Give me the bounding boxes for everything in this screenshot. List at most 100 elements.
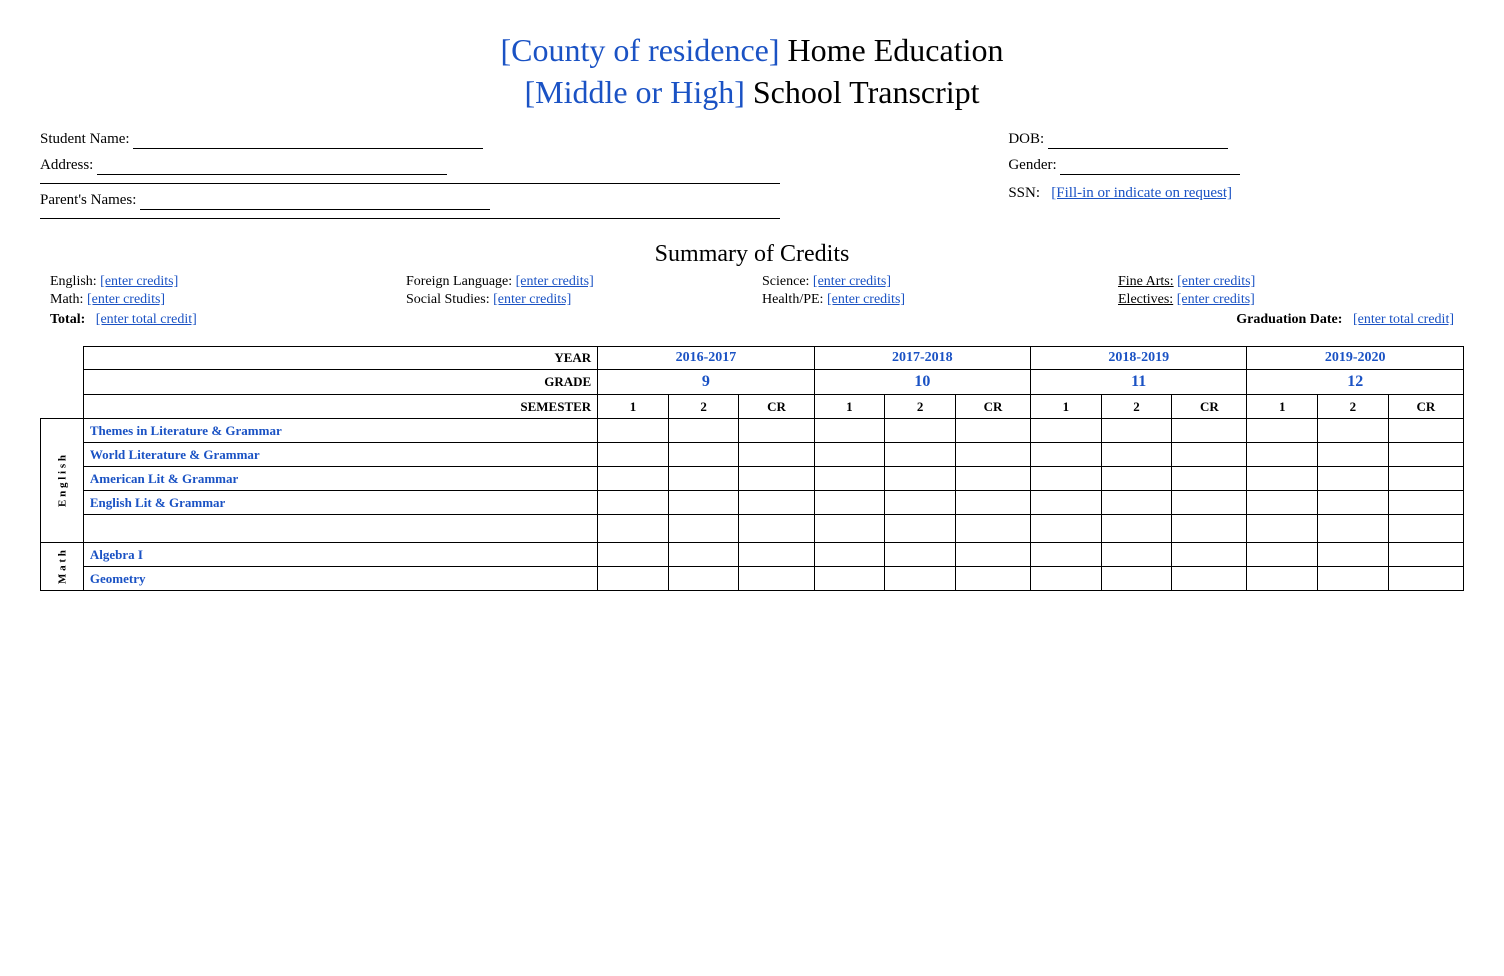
cell[interactable] xyxy=(1031,467,1102,491)
address-underline[interactable] xyxy=(97,157,447,175)
cell[interactable] xyxy=(1172,467,1247,491)
cell[interactable] xyxy=(1031,567,1102,591)
cell[interactable] xyxy=(598,491,669,515)
cell[interactable] xyxy=(1388,467,1463,491)
cell[interactable] xyxy=(1101,467,1172,491)
cell[interactable] xyxy=(814,543,885,567)
cell[interactable] xyxy=(739,419,814,443)
cell[interactable] xyxy=(739,543,814,567)
graduation-value[interactable]: [enter total credit] xyxy=(1353,312,1454,327)
cell[interactable] xyxy=(1101,543,1172,567)
cell[interactable] xyxy=(1101,491,1172,515)
credit-fine-arts-value[interactable]: [enter credits] xyxy=(1177,274,1255,289)
cell[interactable] xyxy=(1247,419,1318,443)
cell[interactable] xyxy=(668,515,739,543)
cell[interactable] xyxy=(1388,443,1463,467)
credit-health-pe-value[interactable]: [enter credits] xyxy=(827,292,905,307)
cell[interactable] xyxy=(668,543,739,567)
total-value[interactable]: [enter total credit] xyxy=(96,312,197,327)
cell[interactable] xyxy=(668,491,739,515)
cell[interactable] xyxy=(668,567,739,591)
cell[interactable] xyxy=(1247,443,1318,467)
cell[interactable] xyxy=(1247,515,1318,543)
cell[interactable] xyxy=(1247,491,1318,515)
cell[interactable] xyxy=(668,419,739,443)
cell[interactable] xyxy=(885,467,956,491)
cell[interactable] xyxy=(1101,515,1172,543)
cell[interactable] xyxy=(598,419,669,443)
cell[interactable] xyxy=(814,515,885,543)
ssn-link[interactable]: [Fill-in or indicate on request] xyxy=(1051,185,1232,201)
cell[interactable] xyxy=(598,515,669,543)
cell[interactable] xyxy=(1172,443,1247,467)
cell[interactable] xyxy=(1318,491,1389,515)
cell[interactable] xyxy=(668,467,739,491)
cell[interactable] xyxy=(955,515,1030,543)
cell[interactable] xyxy=(1172,419,1247,443)
cell[interactable] xyxy=(885,419,956,443)
cell[interactable] xyxy=(1101,419,1172,443)
cell[interactable] xyxy=(955,467,1030,491)
cell[interactable] xyxy=(1388,567,1463,591)
parents-names-underline[interactable] xyxy=(140,192,490,210)
cell[interactable] xyxy=(955,567,1030,591)
cell[interactable] xyxy=(739,467,814,491)
cell[interactable] xyxy=(1388,515,1463,543)
cell[interactable] xyxy=(1172,543,1247,567)
cell[interactable] xyxy=(598,467,669,491)
cell[interactable] xyxy=(1031,419,1102,443)
cell[interactable] xyxy=(739,443,814,467)
cell[interactable] xyxy=(1101,443,1172,467)
cell[interactable] xyxy=(1318,515,1389,543)
credit-english-value[interactable]: [enter credits] xyxy=(100,274,178,289)
cell[interactable] xyxy=(1031,515,1102,543)
cell[interactable] xyxy=(814,467,885,491)
cell[interactable] xyxy=(885,543,956,567)
cell[interactable] xyxy=(598,443,669,467)
cell[interactable] xyxy=(1247,567,1318,591)
cell[interactable] xyxy=(598,543,669,567)
cell[interactable] xyxy=(739,515,814,543)
cell[interactable] xyxy=(814,443,885,467)
credit-social-studies-value[interactable]: [enter credits] xyxy=(493,292,571,307)
cell[interactable] xyxy=(1172,515,1247,543)
credit-electives-value[interactable]: [enter credits] xyxy=(1177,292,1255,307)
cell[interactable] xyxy=(1318,443,1389,467)
cell[interactable] xyxy=(1388,543,1463,567)
cell[interactable] xyxy=(1172,491,1247,515)
cell[interactable] xyxy=(598,567,669,591)
cell[interactable] xyxy=(885,567,956,591)
cell[interactable] xyxy=(1247,467,1318,491)
cell[interactable] xyxy=(1318,419,1389,443)
cell[interactable] xyxy=(668,443,739,467)
cell[interactable] xyxy=(814,491,885,515)
cell[interactable] xyxy=(1101,567,1172,591)
cell[interactable] xyxy=(814,567,885,591)
cell[interactable] xyxy=(1318,467,1389,491)
cell[interactable] xyxy=(1318,567,1389,591)
cell[interactable] xyxy=(1031,443,1102,467)
cell[interactable] xyxy=(1172,567,1247,591)
cell[interactable] xyxy=(739,567,814,591)
dob-underline[interactable] xyxy=(1048,131,1228,149)
credit-science-value[interactable]: [enter credits] xyxy=(813,274,891,289)
cell[interactable] xyxy=(1388,419,1463,443)
credit-math-value[interactable]: [enter credits] xyxy=(87,292,165,307)
cell[interactable] xyxy=(1318,543,1389,567)
cell[interactable] xyxy=(955,443,1030,467)
gender-underline[interactable] xyxy=(1060,157,1240,175)
student-name-underline[interactable] xyxy=(133,131,483,149)
cell[interactable] xyxy=(1388,491,1463,515)
credit-foreign-lang-value[interactable]: [enter credits] xyxy=(516,274,594,289)
cell[interactable] xyxy=(1247,543,1318,567)
cell[interactable] xyxy=(814,419,885,443)
cell[interactable] xyxy=(885,491,956,515)
cell[interactable] xyxy=(885,443,956,467)
cell[interactable] xyxy=(1031,543,1102,567)
cell[interactable] xyxy=(955,419,1030,443)
cell[interactable] xyxy=(955,543,1030,567)
cell[interactable] xyxy=(1031,491,1102,515)
cell[interactable] xyxy=(885,515,956,543)
cell[interactable] xyxy=(955,491,1030,515)
cell[interactable] xyxy=(739,491,814,515)
